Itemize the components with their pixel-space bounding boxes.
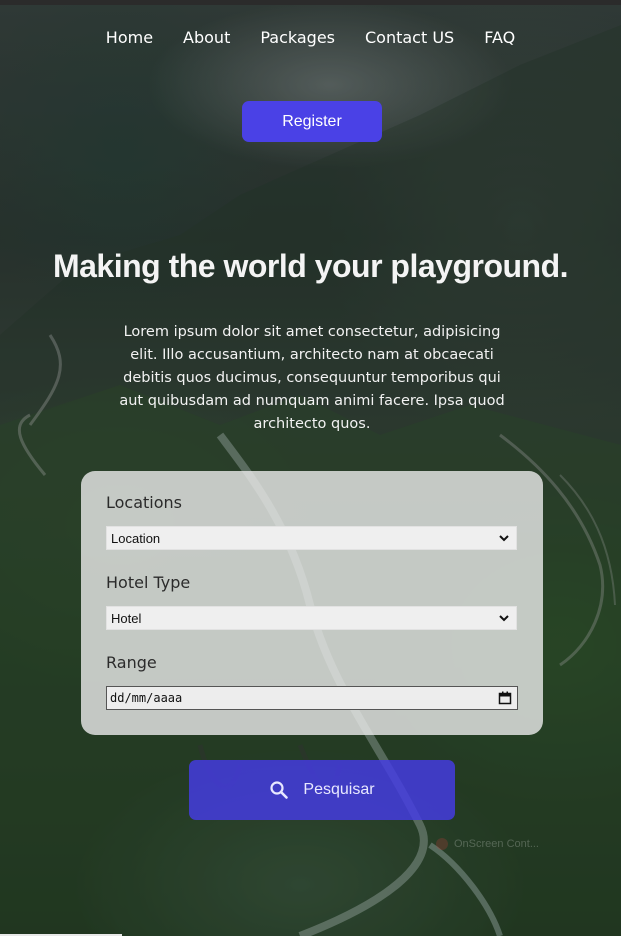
nav-item-packages[interactable]: Packages (260, 28, 335, 48)
search-icon (270, 781, 289, 799)
nav-item-contact[interactable]: Contact US (365, 28, 454, 48)
range-label: Range (106, 653, 157, 672)
search-form-card: Locations Location Hotel Type Hotel Rang… (81, 471, 543, 735)
locations-select[interactable]: Location (106, 526, 517, 550)
hotel-type-select[interactable]: Hotel (106, 606, 517, 630)
hotel-type-label: Hotel Type (106, 573, 191, 592)
chevron-down-icon (499, 615, 509, 622)
search-button-label: Pesquisar (303, 781, 375, 798)
onscreen-watermark: OnScreen Cont... (436, 838, 539, 850)
search-button[interactable]: Pesquisar (189, 760, 455, 820)
main-nav: Home About Packages Contact US FAQ (0, 28, 621, 48)
record-dot-icon (436, 838, 448, 850)
hero-title: Making the world your playground. (52, 248, 569, 284)
range-date-placeholder: dd/mm/aaaa (110, 691, 183, 705)
register-button[interactable]: Register (242, 101, 382, 142)
nav-item-faq[interactable]: FAQ (484, 28, 515, 48)
locations-select-value: Location (111, 530, 161, 546)
hero-description: Lorem ipsum dolor sit amet consectetur, … (119, 324, 505, 432)
watermark-text: OnScreen Cont... (454, 838, 539, 850)
hotel-type-select-value: Hotel (111, 610, 142, 626)
calendar-icon[interactable] (498, 691, 512, 705)
chevron-down-icon (499, 535, 509, 542)
nav-item-home[interactable]: Home (106, 28, 153, 48)
range-date-input[interactable]: dd/mm/aaaa (106, 686, 518, 710)
nav-item-about[interactable]: About (183, 28, 230, 48)
locations-label: Locations (106, 493, 183, 512)
